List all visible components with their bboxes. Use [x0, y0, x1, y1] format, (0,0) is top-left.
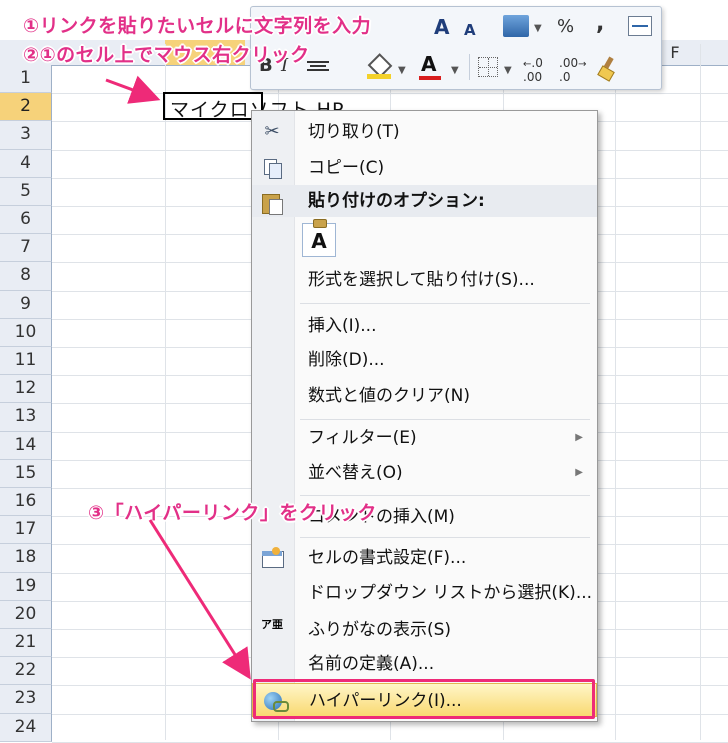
menu-separator — [300, 419, 590, 420]
clipboard-clip-icon — [313, 219, 327, 228]
menu-item-delete[interactable]: 削除(D)... — [252, 343, 597, 377]
row-header[interactable]: 17 — [0, 516, 52, 545]
menu-section-paste-options: 貼り付けのオプション: — [252, 185, 597, 217]
menu-item-define-name[interactable]: 名前の定義(A)... — [252, 647, 597, 681]
scissors-icon: ✂ — [264, 121, 280, 142]
row-header[interactable]: 20 — [0, 600, 52, 629]
menu-item-label: 挿入(I)... — [308, 316, 377, 336]
menu-item-label: 数式と値のクリア(N) — [308, 386, 470, 406]
menu-item-paste-special[interactable]: 形式を選択して貼り付け(S)... — [252, 263, 597, 297]
decrease-decimal-label: .0 — [559, 70, 571, 84]
copy-icon — [260, 157, 284, 179]
menu-item-sort[interactable]: 並べ替え(O) ▶ — [252, 456, 597, 490]
menu-separator — [300, 537, 590, 538]
row-header[interactable]: 9 — [0, 290, 52, 319]
row-header[interactable]: 21 — [0, 629, 52, 658]
comma-style-button[interactable]: , — [596, 13, 604, 35]
menu-item-label: ドロップダウン リストから選択(K)... — [308, 583, 593, 603]
format-cells-icon — [260, 547, 284, 569]
row-header[interactable]: 10 — [0, 318, 52, 347]
menu-item-label: フィルター(E) — [308, 428, 417, 448]
row-header[interactable]: 5 — [0, 177, 52, 206]
accounting-format-icon[interactable] — [503, 15, 529, 37]
merge-center-icon[interactable] — [628, 16, 652, 36]
menu-section-label: 貼り付けのオプション: — [308, 191, 485, 211]
menu-item-insert[interactable]: 挿入(I)... — [252, 309, 597, 343]
row-header[interactable]: 4 — [0, 149, 52, 178]
row-header[interactable]: 12 — [0, 375, 52, 404]
row-header[interactable]: 7 — [0, 234, 52, 263]
phonetic-guide-icon: ア亜 — [261, 618, 283, 631]
format-painter-icon[interactable] — [597, 56, 619, 82]
increase-decimal-button[interactable]: ←.0.00 — [523, 57, 543, 83]
menu-item-format-cells[interactable]: セルの書式設定(F)... — [252, 541, 597, 575]
menu-item-clear-contents[interactable]: 数式と値のクリア(N) — [252, 379, 597, 413]
grid-vline — [615, 44, 616, 740]
menu-item-label: 名前の定義(A)... — [308, 654, 435, 674]
menu-item-label: 切り取り(T) — [308, 122, 400, 142]
submenu-arrow-icon: ▶ — [575, 432, 583, 443]
menu-item-label: 削除(D)... — [308, 350, 385, 370]
fill-color-icon[interactable] — [367, 53, 393, 79]
row-header[interactable]: 3 — [0, 121, 52, 150]
chevron-down-icon[interactable]: ▼ — [398, 65, 406, 76]
annotation-step2: ②①のセル上でマウス右クリック — [23, 44, 310, 66]
chevron-down-icon[interactable]: ▼ — [451, 65, 459, 76]
menu-item-cut[interactable]: ✂ 切り取り(T) — [252, 115, 597, 149]
font-color-button[interactable]: A — [421, 53, 436, 75]
menu-item-label: ふりがなの表示(S) — [308, 620, 452, 640]
row-header[interactable]: 15 — [0, 459, 52, 488]
shrink-font-button[interactable]: A — [464, 19, 476, 41]
annotation-step1: ①リンクを貼りたいセルに文字列を入力 — [23, 15, 372, 37]
row-header[interactable]: 6 — [0, 206, 52, 235]
row-header[interactable]: 16 — [0, 488, 52, 517]
row-header[interactable]: 24 — [0, 713, 52, 742]
menu-item-copy[interactable]: コピー(C) — [252, 151, 597, 185]
row-header[interactable]: 23 — [0, 685, 52, 714]
font-color-swatch — [419, 76, 441, 80]
row-header[interactable]: 2 — [0, 93, 52, 122]
paste-option-letter: A — [311, 229, 327, 253]
chevron-down-icon[interactable]: ▼ — [504, 65, 512, 76]
increase-decimal-label: .00 — [523, 70, 543, 84]
menu-item-label: コピー(C) — [308, 158, 385, 178]
context-menu: ✂ 切り取り(T) コピー(C) 貼り付けのオプション: A 形式を選択して貼り… — [251, 110, 598, 722]
row-header[interactable]: 1 — [0, 65, 52, 94]
chevron-down-icon[interactable]: ▼ — [534, 23, 542, 34]
row-header[interactable]: 13 — [0, 403, 52, 432]
borders-icon[interactable] — [478, 57, 498, 77]
menu-item-pick-from-list[interactable]: ドロップダウン リストから選択(K)... — [252, 576, 597, 610]
row-header[interactable]: 22 — [0, 657, 52, 686]
grow-font-button[interactable]: A — [434, 16, 449, 38]
hyperlink-highlight-box — [253, 679, 595, 719]
menu-item-label: 形式を選択して貼り付け(S)... — [308, 270, 535, 290]
paste-icon — [260, 191, 284, 215]
submenu-arrow-icon: ▶ — [575, 467, 583, 478]
paste-option-keep-text-only[interactable]: A — [302, 219, 336, 257]
grid-vline — [700, 44, 701, 740]
annotation-step3: ③「ハイパーリンク」をクリック — [88, 502, 377, 524]
row-header[interactable]: 8 — [0, 262, 52, 291]
row-header[interactable]: 18 — [0, 544, 52, 573]
active-cell-b2[interactable] — [163, 92, 263, 120]
align-center-icon[interactable] — [307, 59, 329, 75]
percent-style-button[interactable]: % — [557, 16, 574, 38]
row-header[interactable]: 11 — [0, 347, 52, 376]
column-header-f[interactable]: F — [660, 40, 690, 65]
menu-item-label: 並べ替え(O) — [308, 463, 403, 483]
menu-separator — [300, 495, 590, 496]
menu-separator — [300, 303, 590, 304]
row-header[interactable]: 14 — [0, 431, 52, 460]
grid-vline — [165, 44, 166, 740]
toolbar-separator — [469, 54, 470, 80]
row-header[interactable]: 19 — [0, 572, 52, 601]
menu-item-filter[interactable]: フィルター(E) ▶ — [252, 421, 597, 455]
decrease-decimal-button[interactable]: .00→ .0 — [559, 57, 586, 83]
menu-item-show-phonetic[interactable]: ア亜 ふりがなの表示(S) — [252, 613, 597, 647]
menu-item-label: セルの書式設定(F)... — [308, 548, 467, 568]
